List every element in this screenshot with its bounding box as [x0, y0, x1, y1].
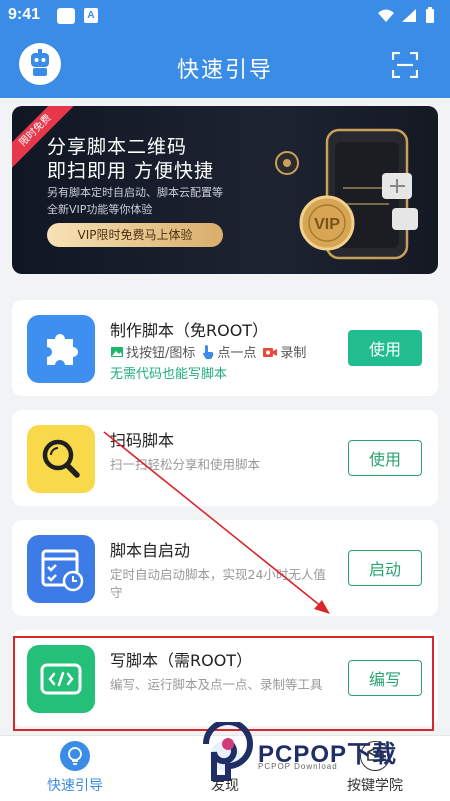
nav-label: 快速引导: [47, 778, 103, 794]
card-write-script[interactable]: 写脚本（需ROOT） 编写、运行脚本及点一点、录制等工具 编写: [12, 630, 438, 726]
banner-cta-button[interactable]: VIP限时免费马上体验: [47, 223, 223, 247]
feature-label: 找按钮/图标: [126, 346, 196, 361]
status-bar: 9:41 A: [0, 0, 450, 32]
banner-title-line1: 分享脚本二维码: [47, 136, 188, 158]
banner-title-line2: 即扫即用 方便快捷: [47, 160, 215, 182]
record-camera-icon: [263, 347, 278, 357]
scheduled-checklist-icon: [27, 535, 95, 603]
start-button[interactable]: 启动: [348, 550, 422, 586]
tap-hand-icon: [203, 344, 214, 359]
image-icon: [111, 346, 123, 357]
notification-icon: [57, 8, 75, 24]
card-title: 脚本自启动: [110, 541, 191, 560]
scan-icon[interactable]: [392, 52, 418, 78]
banner-subtitle-line2: 全新VIP功能等你体验: [47, 203, 153, 216]
app-header: 快速引导: [0, 32, 450, 98]
card-auto-start[interactable]: 脚本自启动 定时自动启动脚本，实现24小时无人值守 启动: [12, 520, 438, 616]
magnifier-icon: [27, 425, 95, 493]
signal-icon: [402, 9, 416, 22]
use-button[interactable]: 使用: [348, 440, 422, 476]
puzzle-icon: [27, 315, 95, 383]
card-desc: 编写、运行脚本及点一点、录制等工具: [110, 677, 323, 692]
watermark-subtext: PCPOP Download: [258, 762, 338, 771]
feature-row: 找按钮/图标 点一点 录制: [110, 342, 312, 361]
bulb-icon: [60, 741, 90, 771]
card-title: 制作脚本（免ROOT）: [110, 321, 269, 340]
banner-subtitle-line1: 另有脚本定时自启动、脚本云配置等: [47, 186, 223, 199]
status-time: 9:41: [8, 6, 41, 23]
card-scan-script[interactable]: 扫码脚本 扫一扫轻松分享和使用脚本 使用: [12, 410, 438, 506]
card-title: 扫码脚本: [110, 431, 175, 450]
card-title: 写脚本（需ROOT）: [110, 651, 253, 670]
card-desc: 扫一扫轻松分享和使用脚本: [110, 457, 261, 472]
code-window-icon: [27, 645, 95, 713]
art-vip-text: VIP: [314, 216, 340, 233]
card-note: 无需代码也能写脚本: [110, 367, 228, 382]
promo-banner[interactable]: 限时免费 分享脚本二维码 即扫即用 方便快捷 另有脚本定时自启动、脚本云配置等 …: [12, 106, 438, 274]
watermark-logo-icon: [203, 722, 254, 781]
battery-icon: [426, 9, 434, 23]
page-title: 快速引导: [176, 58, 273, 83]
notification-badge-icon: A: [84, 8, 98, 23]
phone-vip-coin-illustration: VIP: [275, 128, 418, 260]
card-make-script[interactable]: 制作脚本（免ROOT） 找按钮/图标 点一点 录制 无需代码也能写脚本 使用: [12, 300, 438, 396]
wifi-icon: [378, 9, 394, 22]
watermark: PCPOP下载 PCPOP Download: [200, 722, 450, 782]
status-icons: [378, 7, 434, 23]
feature-label: 点一点: [217, 346, 257, 361]
use-button[interactable]: 使用: [348, 330, 422, 366]
card-desc: 定时自动启动脚本，实现24小时无人值守: [110, 567, 326, 600]
feature-label: 录制: [280, 346, 307, 361]
nav-item-quick-guide[interactable]: 快速引导: [20, 736, 130, 801]
write-button[interactable]: 编写: [348, 660, 422, 696]
